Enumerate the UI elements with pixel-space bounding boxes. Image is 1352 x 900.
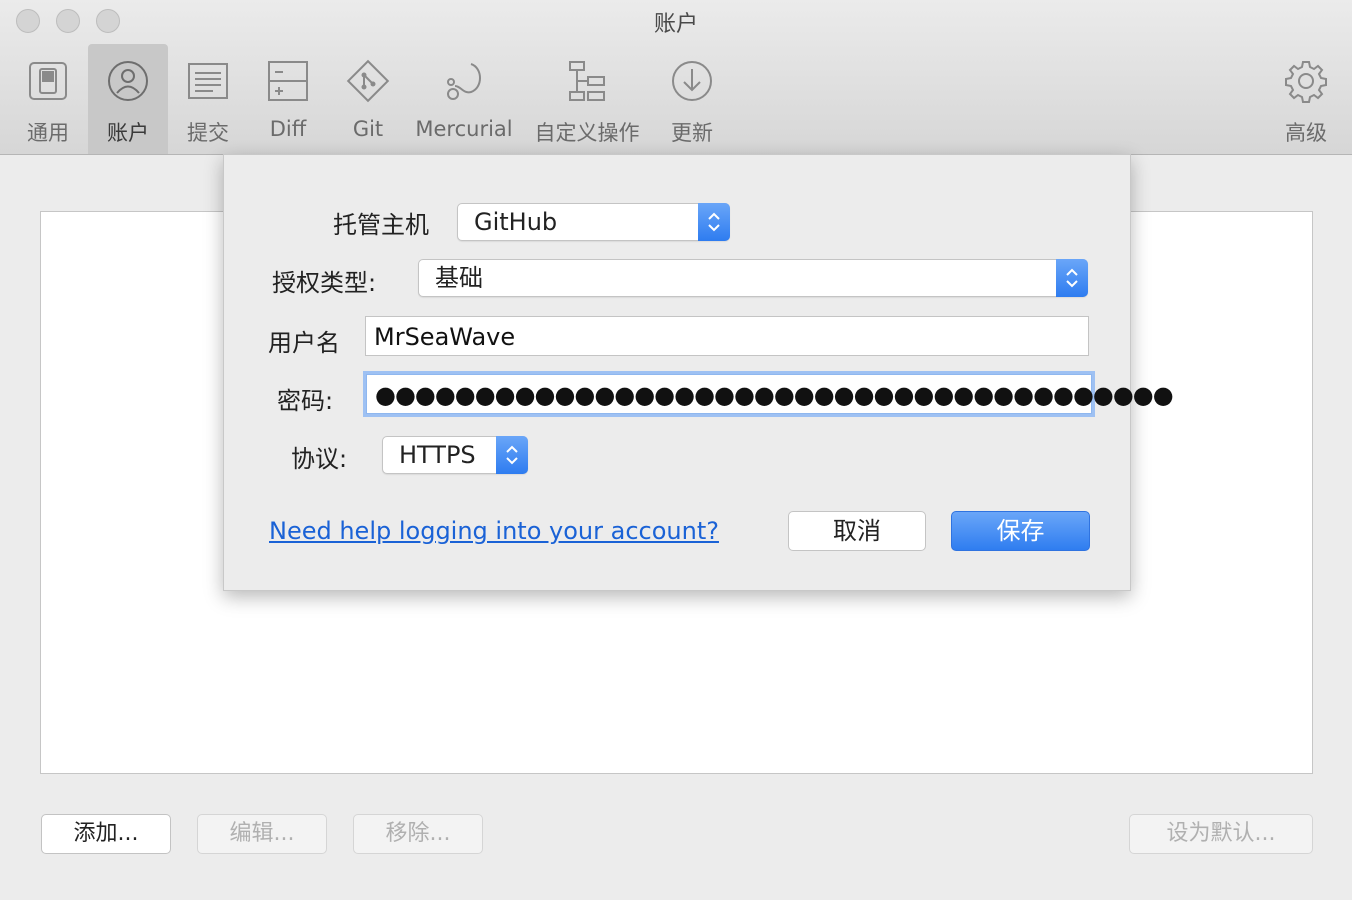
toolbar-label: 提交 — [187, 121, 229, 145]
stepper-arrows-icon — [698, 203, 730, 241]
toolbar-label: 账户 — [107, 121, 149, 145]
host-select[interactable]: GitHub — [457, 203, 730, 241]
window-title: 账户 — [653, 12, 698, 37]
toolbar-git[interactable]: Git — [328, 44, 408, 154]
auth-type-label: 授权类型: — [272, 269, 377, 297]
switch-icon — [25, 58, 71, 104]
protocol-label: 协议: — [291, 445, 348, 473]
host-value: GitHub — [474, 208, 558, 236]
username-label: 用户名 — [268, 329, 340, 357]
toolbar-label: 高级 — [1285, 121, 1327, 145]
toolbar-general[interactable]: 通用 — [8, 44, 88, 154]
download-icon — [669, 58, 715, 104]
help-link[interactable]: Need help logging into your account? — [269, 517, 719, 545]
toolbar-label: Git — [352, 117, 384, 141]
toolbar-label: 更新 — [671, 121, 713, 145]
set-default-button[interactable]: 设为默认... — [1129, 814, 1313, 854]
title-toolbar: 账户 通用 账户 提交 Diff Git Mercurial 自定义操作 更新 … — [0, 0, 1352, 155]
protocol-select[interactable]: HTTPS — [382, 436, 528, 474]
toolbar-label: Diff — [269, 117, 307, 141]
password-value: ●●●●●●●●●●●●●●●●●●●●●●●●●●●●●●●●●●●●●●●● — [375, 381, 1174, 409]
diff-icon — [265, 58, 311, 104]
host-label: 托管主机 — [333, 211, 429, 239]
protocol-value: HTTPS — [399, 441, 476, 469]
toolbar-mercurial[interactable]: Mercurial — [412, 44, 516, 154]
toolbar-updates[interactable]: 更新 — [652, 44, 732, 154]
git-icon — [345, 58, 391, 104]
document-icon — [185, 58, 231, 104]
password-field[interactable]: ●●●●●●●●●●●●●●●●●●●●●●●●●●●●●●●●●●●●●●●● — [366, 374, 1174, 414]
cancel-button[interactable]: 取消 — [788, 511, 926, 551]
toolbar-custom-actions[interactable]: 自定义操作 — [528, 44, 646, 154]
add-button[interactable]: 添加... — [41, 814, 171, 854]
auth-type-value: 基础 — [435, 264, 483, 292]
account-sheet: 托管主机 GitHub 授权类型: 基础 用户名 MrSeaWave 密码: ●… — [223, 154, 1174, 591]
edit-button[interactable]: 编辑... — [197, 814, 327, 854]
password-label: 密码: — [277, 387, 334, 415]
stepper-arrows-icon — [496, 436, 528, 474]
auth-type-select[interactable]: 基础 — [418, 259, 1088, 297]
mercurial-icon — [441, 58, 487, 104]
toolbar-diff[interactable]: Diff — [248, 44, 328, 154]
username-field[interactable]: MrSeaWave — [365, 316, 1089, 356]
gear-icon — [1283, 58, 1329, 104]
toolbar-label: 通用 — [27, 121, 69, 145]
user-icon — [105, 58, 151, 104]
preferences-window: 账户 通用 账户 提交 Diff Git Mercurial 自定义操作 更新 … — [0, 0, 1352, 900]
toolbar-label: 自定义操作 — [534, 121, 640, 145]
toolbar-accounts[interactable]: 账户 — [88, 44, 168, 154]
username-value: MrSeaWave — [374, 323, 516, 351]
remove-button[interactable]: 移除... — [353, 814, 483, 854]
custom-actions-icon — [564, 58, 610, 104]
stepper-arrows-icon — [1056, 259, 1088, 297]
save-button[interactable]: 保存 — [951, 511, 1090, 551]
toolbar-advanced[interactable]: 高级 — [1266, 44, 1346, 154]
toolbar-label: Mercurial — [415, 117, 513, 141]
toolbar-commit[interactable]: 提交 — [168, 44, 248, 154]
